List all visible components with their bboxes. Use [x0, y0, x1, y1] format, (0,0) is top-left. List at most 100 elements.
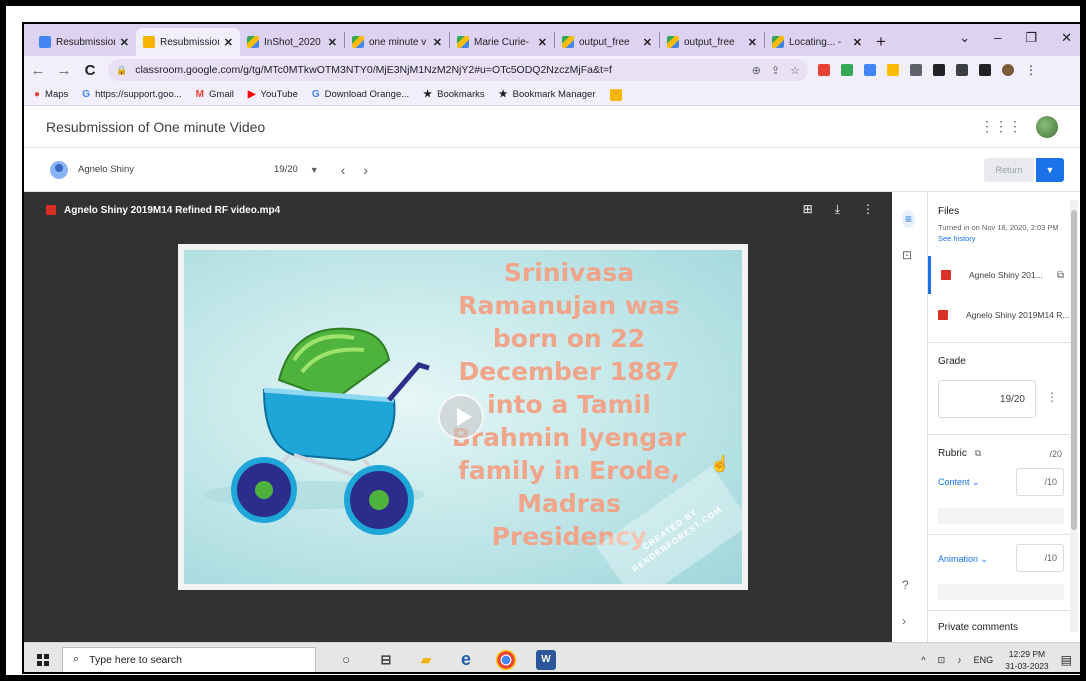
bookmark-label: Download Orange... — [324, 89, 410, 100]
language-indicator[interactable]: ENG — [974, 655, 994, 665]
grade-options-icon[interactable]: ⋮ — [1046, 390, 1058, 404]
see-history-link[interactable]: See history — [928, 234, 1070, 243]
browser-tab[interactable]: one minute v ✕ — [345, 28, 449, 56]
close-icon[interactable]: ✕ — [538, 36, 547, 49]
file-item[interactable]: Agnelo Shiny 201... ⧉ — [928, 256, 1070, 294]
more-options-icon[interactable]: ⋮ — [862, 202, 874, 217]
student-name[interactable]: Agnelo Shiny — [78, 164, 274, 175]
comment-icon[interactable]: ⊡ — [902, 248, 912, 262]
camera-extension-icon[interactable] — [910, 64, 922, 76]
tab-search-icon[interactable]: ⌄ — [959, 30, 970, 46]
browser-tab[interactable]: output_free ✕ — [555, 28, 659, 56]
side-panel-icon[interactable] — [979, 64, 991, 76]
open-external-icon[interactable]: ⧉ — [1057, 270, 1064, 281]
return-button[interactable]: Return — [984, 158, 1034, 182]
scrollbar-thumb[interactable] — [1071, 210, 1077, 530]
criterion-animation[interactable]: Animation ⌄ — [938, 554, 988, 565]
start-button[interactable] — [24, 643, 62, 673]
criterion-content[interactable]: Content ⌄ — [938, 477, 980, 488]
forward-arrow-icon[interactable]: → — [56, 62, 72, 79]
previous-student-icon[interactable]: ‹ — [341, 162, 346, 178]
bookmark-item[interactable]: G Download Orange... — [312, 89, 409, 100]
download-icon[interactable]: ⤓ — [835, 202, 840, 217]
chrome-menu-icon[interactable]: ⋮ — [1025, 63, 1037, 77]
browser-tab[interactable]: Resubmission ✕ — [32, 28, 136, 56]
puzzle-extensions-icon[interactable] — [933, 64, 945, 76]
close-icon[interactable]: ✕ — [224, 36, 233, 49]
volume-icon[interactable]: ♪ — [957, 655, 962, 665]
google-apps-icon[interactable]: ⋮⋮⋮ — [980, 118, 1022, 135]
bookmark-item[interactable]: M Gmail — [196, 89, 234, 100]
criterion-levels-bar[interactable] — [938, 508, 1064, 524]
tab-title: output_free — [579, 36, 630, 48]
bookmark-item[interactable]: ● Maps — [34, 89, 68, 100]
clock[interactable]: 12:29 PM 31-03-2023 — [1005, 648, 1048, 672]
minimize-icon[interactable]: – — [994, 30, 1001, 46]
edge-icon[interactable]: e — [456, 649, 476, 670]
panel-scrollbar[interactable] — [1070, 200, 1078, 632]
bookmark-item[interactable] — [609, 88, 622, 101]
student-dropdown-icon[interactable]: ▼ — [310, 165, 319, 175]
browser-tab[interactable]: output_free ✕ — [660, 28, 764, 56]
return-dropdown-button[interactable]: ▼ — [1036, 158, 1064, 182]
edit-rubric-icon[interactable]: ⧉ — [975, 448, 981, 459]
add-comment-icon[interactable]: ⊞ — [803, 202, 813, 217]
extension-icon[interactable] — [864, 64, 876, 76]
criterion-label: Animation — [938, 554, 979, 564]
play-button[interactable] — [438, 394, 484, 440]
bookmark-item[interactable]: ★ Bookmarks — [423, 89, 484, 100]
browser-tab[interactable]: InShot_2020 ✕ — [240, 28, 344, 56]
bookmark-item[interactable]: ★ Bookmark Manager — [499, 89, 596, 100]
next-student-icon[interactable]: › — [363, 162, 368, 178]
extension-icon[interactable] — [818, 64, 830, 76]
tab-strip: Resubmission ✕ Resubmission ✕ InShot_2020 ✕… — [24, 24, 1080, 56]
collapse-panel-icon[interactable]: › — [902, 614, 906, 628]
browser-tab[interactable]: Marie Curie- ✕ — [450, 28, 554, 56]
close-icon[interactable]: ✕ — [748, 36, 757, 49]
reload-icon[interactable]: C — [82, 62, 98, 79]
close-icon[interactable]: ✕ — [433, 36, 442, 49]
url-omnibox[interactable]: 🔒 classroom.google.com/g/tg/MTc0MTkwOTM3… — [108, 59, 808, 81]
bookmark-item[interactable]: ▶ YouTube — [248, 89, 298, 100]
criterion-levels-bar[interactable] — [938, 584, 1064, 600]
profile-avatar-icon[interactable] — [1002, 64, 1014, 76]
close-icon[interactable]: ✕ — [853, 36, 862, 49]
help-icon[interactable]: ? — [902, 578, 909, 592]
url-text[interactable]: classroom.google.com/g/tg/MTc0MTkwOTM3NT… — [135, 64, 743, 76]
cortana-icon[interactable]: ○ — [336, 650, 356, 670]
close-icon[interactable]: ✕ — [120, 36, 129, 49]
task-view-icon[interactable]: ⊟ — [376, 650, 396, 670]
file-item[interactable]: Agnelo Shiny 2019M14 R... — [928, 296, 1070, 334]
criterion-score-input[interactable]: /10 — [1016, 468, 1064, 496]
close-window-icon[interactable]: ✕ — [1061, 30, 1072, 46]
video-player[interactable]: Srinivasa Ramanujan was born on 22 Decem… — [184, 250, 742, 584]
file-viewer: Agnelo Shiny 2019M14 Refined RF video.mp… — [24, 192, 892, 642]
grade-input[interactable]: 19/20 — [938, 380, 1036, 418]
close-icon[interactable]: ✕ — [328, 36, 337, 49]
bookmark-item[interactable]: Ghttps://support.goo... — [82, 89, 181, 100]
zoom-icon[interactable]: ⊕ — [752, 64, 761, 77]
criterion-score-input[interactable]: /10 — [1016, 544, 1064, 572]
search-icon: ⌕ — [73, 653, 80, 665]
share-icon[interactable]: ⇪ — [771, 64, 780, 77]
notifications-icon[interactable]: ▤ — [1061, 653, 1072, 667]
show-hidden-icons-icon[interactable]: ^ — [921, 655, 925, 665]
chrome-icon[interactable] — [496, 649, 516, 670]
extension-icon[interactable] — [841, 64, 853, 76]
network-icon[interactable]: ⊡ — [938, 655, 946, 666]
details-icon[interactable]: ≡ — [902, 210, 916, 228]
reading-list-icon[interactable] — [956, 64, 968, 76]
google-icon: G — [82, 89, 91, 100]
close-icon[interactable]: ✕ — [643, 36, 652, 49]
browser-tab-active[interactable]: Resubmission ✕ — [136, 28, 240, 56]
extension-icon[interactable] — [887, 64, 899, 76]
bookmark-star-icon[interactable]: ☆ — [790, 64, 800, 77]
back-arrow-icon[interactable]: ← — [30, 62, 46, 79]
browser-tab[interactable]: Locating... - ✕ — [765, 28, 869, 56]
restore-icon[interactable]: ❐ — [1025, 30, 1037, 46]
file-explorer-icon[interactable]: ▰ — [416, 650, 436, 670]
taskbar-search[interactable]: ⌕ Type here to search — [62, 646, 316, 672]
account-avatar[interactable] — [1036, 115, 1058, 138]
new-tab-button[interactable]: + — [869, 28, 893, 56]
word-icon[interactable]: W — [536, 649, 556, 670]
